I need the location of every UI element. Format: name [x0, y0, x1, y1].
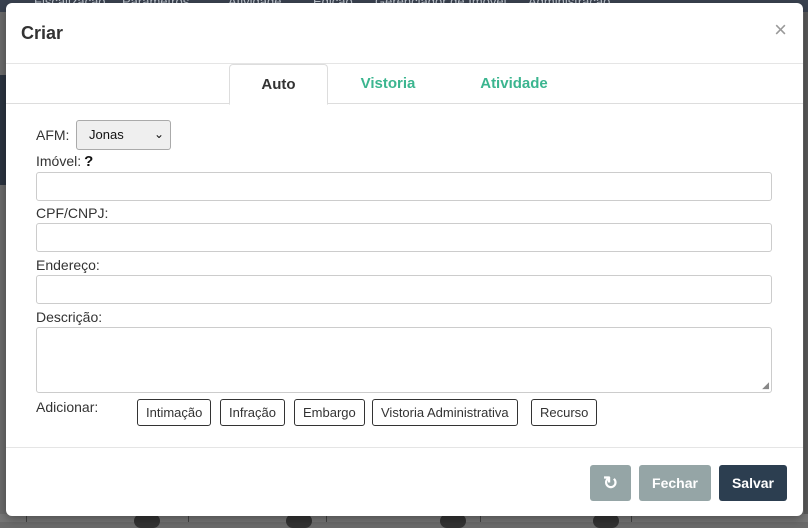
tab-bar: Auto Vistoria Atividade	[6, 64, 803, 105]
add-recurso-button[interactable]: Recurso	[531, 399, 598, 426]
salvar-button[interactable]: Salvar	[719, 465, 787, 501]
adicionar-label: Adicionar:	[36, 399, 99, 415]
add-intimacao-button[interactable]: Intimação	[137, 399, 212, 426]
endereco-label: Endereço:	[36, 257, 100, 273]
imovel-input[interactable]	[36, 172, 772, 201]
refresh-button[interactable]: ↻	[590, 465, 631, 501]
add-vistoria-administrativa-button[interactable]: Vistoria Administrativa	[372, 399, 518, 426]
cpf-cnpj-input[interactable]	[36, 223, 772, 252]
refresh-icon: ↻	[602, 473, 619, 493]
endereco-input[interactable]	[36, 275, 772, 304]
add-embargo-button[interactable]: Embargo	[294, 399, 365, 426]
tab-auto[interactable]: Auto	[229, 64, 328, 105]
resize-grip-icon[interactable]: ◢	[762, 380, 769, 391]
question-icon[interactable]: ?	[84, 153, 93, 170]
background-badge	[286, 514, 312, 528]
fechar-button[interactable]: Fechar	[639, 465, 711, 501]
chevron-down-icon: ⌄	[153, 127, 164, 141]
cpf-cnpj-label: CPF/CNPJ:	[36, 205, 109, 221]
background-badge	[593, 514, 619, 528]
modal-footer: ↻ Fechar Salvar	[6, 447, 803, 516]
tab-vistoria[interactable]: Vistoria	[344, 64, 432, 104]
background-badge	[134, 514, 160, 528]
descricao-label: Descrição:	[36, 309, 103, 325]
imovel-label-text: Imóvel:	[36, 153, 82, 169]
add-infracao-button[interactable]: Infração	[220, 399, 285, 426]
afm-select[interactable]: Jonas ⌄	[76, 120, 171, 150]
descricao-textarea[interactable]: ◢	[36, 327, 772, 393]
background-right-edge	[804, 12, 808, 514]
close-icon[interactable]: ×	[774, 19, 787, 41]
tab-atividade[interactable]: Atividade	[464, 64, 564, 104]
modal-header: Criar ×	[6, 3, 803, 64]
create-modal: Criar × Auto Vistoria Atividade AFM: Jon…	[6, 3, 803, 516]
imovel-label: Imóvel:?	[36, 153, 93, 170]
afm-select-value: Jonas	[89, 127, 124, 142]
background-badge	[440, 514, 466, 528]
modal-title: Criar	[21, 23, 64, 43]
afm-label: AFM:	[36, 127, 70, 143]
